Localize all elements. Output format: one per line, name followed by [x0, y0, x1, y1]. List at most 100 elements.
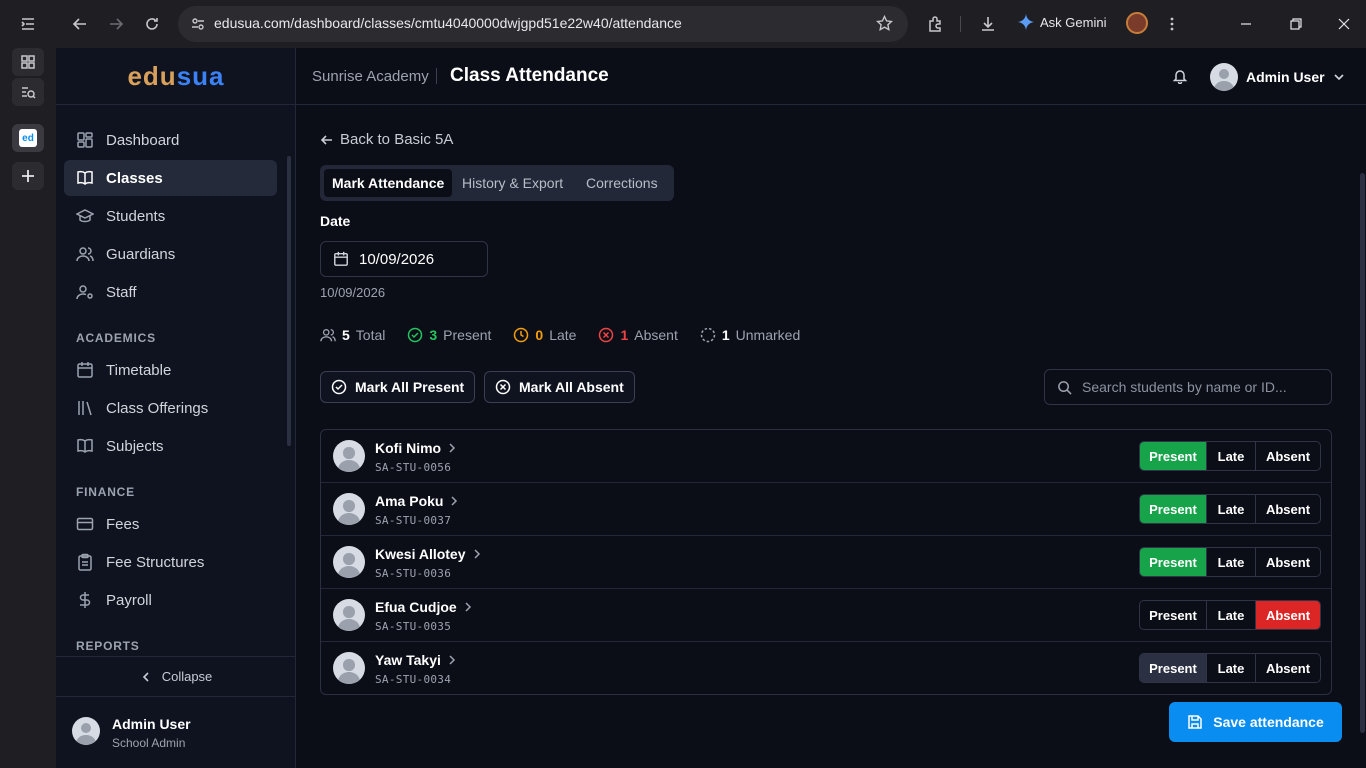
minimize-icon[interactable] — [1234, 12, 1258, 36]
sidebar-item-fees[interactable]: Fees — [64, 506, 277, 542]
mark-all-present-button[interactable]: Mark All Present — [320, 371, 476, 403]
browser-toolbar: edusua.com/dashboard/classes/cmtu4040000… — [56, 0, 1366, 48]
stat-unmarked-value: 1 — [721, 327, 730, 343]
sidebar-item-class-offerings[interactable]: Class Offerings — [64, 390, 277, 426]
absent-option[interactable]: Absent — [1256, 548, 1320, 576]
attendance-summary: 5 Total 3 Present 0 Late 1 Absent 1 Unma… — [320, 327, 822, 343]
absent-option[interactable]: Absent — [1256, 442, 1320, 470]
present-option[interactable]: Present — [1140, 601, 1207, 629]
sidebar-item-label: Fee Structures — [106, 553, 205, 571]
student-name: Kofi Nimo — [375, 440, 442, 456]
check-circle-icon — [407, 327, 423, 343]
main-scrollbar[interactable] — [1360, 173, 1365, 733]
student-name-link[interactable]: Kwesi Allotey — [375, 546, 482, 562]
present-option[interactable]: Present — [1140, 442, 1207, 470]
late-option[interactable]: Late — [1207, 601, 1256, 629]
avatar — [333, 599, 365, 631]
student-name: Kwesi Allotey — [375, 546, 466, 562]
attendance-toggle: Present Late Absent — [1139, 494, 1321, 524]
mark-all-absent-button[interactable]: Mark All Absent — [484, 371, 635, 403]
student-name: Efua Cudjoe — [375, 599, 457, 615]
close-window-icon[interactable] — [1332, 12, 1356, 36]
back-link[interactable]: Back to Basic 5A — [320, 131, 453, 148]
tab-search-icon[interactable] — [12, 78, 44, 106]
search-icon — [1057, 380, 1072, 395]
student-search-input[interactable]: Search students by name or ID... — [1044, 369, 1332, 405]
bell-icon[interactable] — [1172, 68, 1188, 84]
stat-unmarked: 1 Unmarked — [700, 327, 800, 343]
student-name-link[interactable]: Yaw Takyi — [375, 652, 457, 668]
sidebar-item-label: Fees — [106, 515, 140, 533]
back-arrow-icon[interactable] — [68, 12, 92, 36]
student-name-link[interactable]: Kofi Nimo — [375, 440, 457, 456]
tab-corrections[interactable]: Corrections — [578, 169, 666, 197]
stat-late-label: Late — [549, 327, 577, 343]
restore-icon[interactable] — [1284, 12, 1308, 36]
logo-part-sua: sua — [176, 60, 225, 91]
reload-icon[interactable] — [140, 12, 164, 36]
student-name-link[interactable]: Ama Poku — [375, 493, 459, 509]
sidebar-item-payroll[interactable]: Payroll — [64, 582, 277, 618]
new-tab-icon[interactable] — [12, 162, 44, 190]
profile-avatar-icon[interactable] — [1126, 12, 1148, 34]
stat-late-value: 0 — [535, 327, 544, 343]
present-option[interactable]: Present — [1140, 654, 1207, 682]
absent-option[interactable]: Absent — [1256, 654, 1320, 682]
site-settings-icon[interactable] — [190, 16, 206, 32]
date-picker[interactable]: 10/09/2026 — [320, 241, 488, 277]
sidebar-user-card[interactable]: Admin User School Admin — [56, 696, 296, 768]
address-bar[interactable]: edusua.com/dashboard/classes/cmtu4040000… — [178, 6, 908, 42]
save-icon — [1187, 714, 1203, 730]
extensions-icon[interactable] — [924, 12, 948, 36]
late-option[interactable]: Late — [1207, 548, 1256, 576]
section-academics: ACADEMICS — [76, 331, 156, 345]
mark-all-absent-label: Mark All Absent — [519, 379, 624, 395]
edusua-logo[interactable]: edu sua — [56, 48, 296, 105]
sidebar-item-label: Dashboard — [106, 131, 180, 149]
tab-history-export[interactable]: History & Export — [454, 169, 571, 197]
absent-option[interactable]: Absent — [1256, 495, 1320, 523]
ask-gemini-button[interactable]: Ask Gemini — [1018, 14, 1106, 30]
sidebar-item-classes[interactable]: Classes — [64, 160, 277, 196]
sidebar-item-staff[interactable]: Staff — [64, 274, 277, 310]
avatar — [333, 493, 365, 525]
tab-list-icon[interactable] — [12, 10, 44, 38]
download-icon[interactable] — [976, 12, 1000, 36]
library-icon — [76, 399, 94, 417]
late-option[interactable]: Late — [1207, 654, 1256, 682]
present-option[interactable]: Present — [1140, 495, 1207, 523]
bookmark-star-icon[interactable] — [876, 15, 893, 32]
tab-mark-attendance[interactable]: Mark Attendance — [324, 169, 453, 197]
sidebar-item-subjects[interactable]: Subjects — [64, 428, 277, 464]
browser-menu-icon[interactable] — [1160, 12, 1184, 36]
attendance-toggle: Present Late Absent — [1139, 600, 1321, 630]
tab-grid-icon[interactable] — [12, 48, 44, 76]
stat-unmarked-label: Unmarked — [735, 327, 801, 343]
edusua-tab-favicon[interactable]: ed — [12, 124, 44, 152]
breadcrumb-school[interactable]: Sunrise Academy — [312, 68, 429, 85]
late-option[interactable]: Late — [1207, 442, 1256, 470]
gemini-sparkle-icon — [1018, 14, 1034, 30]
save-attendance-button[interactable]: Save attendance — [1169, 702, 1342, 742]
present-option[interactable]: Present — [1140, 548, 1207, 576]
book-icon — [76, 169, 94, 187]
mark-all-present-label: Mark All Present — [355, 379, 465, 395]
sidebar-item-guardians[interactable]: Guardians — [64, 236, 277, 272]
sidebar-item-label: Timetable — [106, 361, 172, 379]
sidebar-item-dashboard[interactable]: Dashboard — [64, 122, 277, 158]
late-option[interactable]: Late — [1207, 495, 1256, 523]
sidebar-item-fee-structures[interactable]: Fee Structures — [64, 544, 277, 580]
sidebar-item-students[interactable]: Students — [64, 198, 277, 234]
sidebar-scrollbar[interactable] — [287, 156, 291, 446]
student-name-link[interactable]: Efua Cudjoe — [375, 599, 473, 615]
forward-arrow-icon[interactable] — [104, 12, 128, 36]
collapse-button[interactable]: Collapse — [56, 656, 296, 696]
absent-option[interactable]: Absent — [1256, 601, 1320, 629]
header-user-menu[interactable]: Admin User — [1210, 63, 1345, 91]
avatar — [1210, 63, 1238, 91]
attendance-toggle: Present Late Absent — [1139, 547, 1321, 577]
chevron-right-icon — [447, 655, 457, 665]
student-list: Kofi Nimo SA-STU-0056 Present Late Absen… — [320, 429, 1332, 695]
sidebar-item-label: Staff — [106, 283, 137, 301]
sidebar-item-timetable[interactable]: Timetable — [64, 352, 277, 388]
